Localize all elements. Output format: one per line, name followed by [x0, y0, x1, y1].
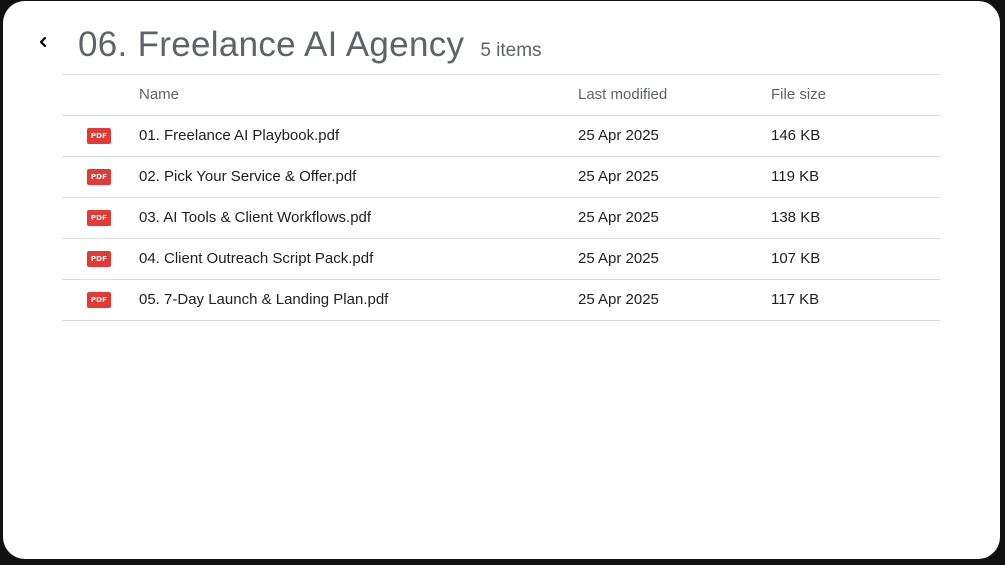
column-header-file-size[interactable]: File size: [771, 75, 826, 115]
column-header-last-modified[interactable]: Last modified: [578, 75, 667, 115]
file-size: 107 KB: [771, 250, 821, 267]
item-count: 5 items: [480, 40, 542, 61]
file-last-modified: 25 Apr 2025: [578, 168, 659, 185]
file-name: 01. Freelance AI Playbook.pdf: [139, 127, 340, 144]
pdf-file-icon: PDF: [87, 128, 111, 144]
column-header-name[interactable]: Name: [139, 75, 179, 115]
file-last-modified: 25 Apr 2025: [578, 127, 659, 144]
file-table: Name Last modified File size PDF 01. Fre…: [62, 74, 940, 321]
file-last-modified: 25 Apr 2025: [578, 291, 659, 308]
file-last-modified: 25 Apr 2025: [578, 209, 659, 226]
chevron-left-icon: [39, 36, 47, 48]
pdf-file-icon: PDF: [87, 169, 111, 185]
table-row[interactable]: PDF 02. Pick Your Service & Offer.pdf 25…: [62, 157, 940, 198]
table-row[interactable]: PDF 05. 7-Day Launch & Landing Plan.pdf …: [62, 280, 940, 321]
file-size: 138 KB: [771, 209, 821, 226]
table-header-row: Name Last modified File size: [62, 75, 940, 116]
file-size: 146 KB: [771, 127, 821, 144]
file-browser-window: 06. Freelance AI Agency 5 items Name Las…: [3, 1, 1000, 559]
file-name: 05. 7-Day Launch & Landing Plan.pdf: [139, 291, 389, 308]
pdf-file-icon: PDF: [87, 251, 111, 267]
folder-title: 06. Freelance AI Agency: [78, 25, 465, 64]
file-last-modified: 25 Apr 2025: [578, 250, 659, 267]
file-size: 119 KB: [771, 168, 820, 185]
pdf-file-icon: PDF: [87, 210, 111, 226]
file-name: 02. Pick Your Service & Offer.pdf: [139, 168, 357, 185]
file-name: 03. AI Tools & Client Workflows.pdf: [139, 209, 372, 226]
folder-header: 06. Freelance AI Agency 5 items: [78, 25, 542, 65]
file-size: 117 KB: [771, 291, 820, 308]
table-row[interactable]: PDF 03. AI Tools & Client Workflows.pdf …: [62, 198, 940, 239]
back-button[interactable]: [33, 32, 53, 52]
file-name: 04. Client Outreach Script Pack.pdf: [139, 250, 374, 267]
table-row[interactable]: PDF 04. Client Outreach Script Pack.pdf …: [62, 239, 940, 280]
table-row[interactable]: PDF 01. Freelance AI Playbook.pdf 25 Apr…: [62, 116, 940, 157]
pdf-file-icon: PDF: [87, 292, 111, 308]
